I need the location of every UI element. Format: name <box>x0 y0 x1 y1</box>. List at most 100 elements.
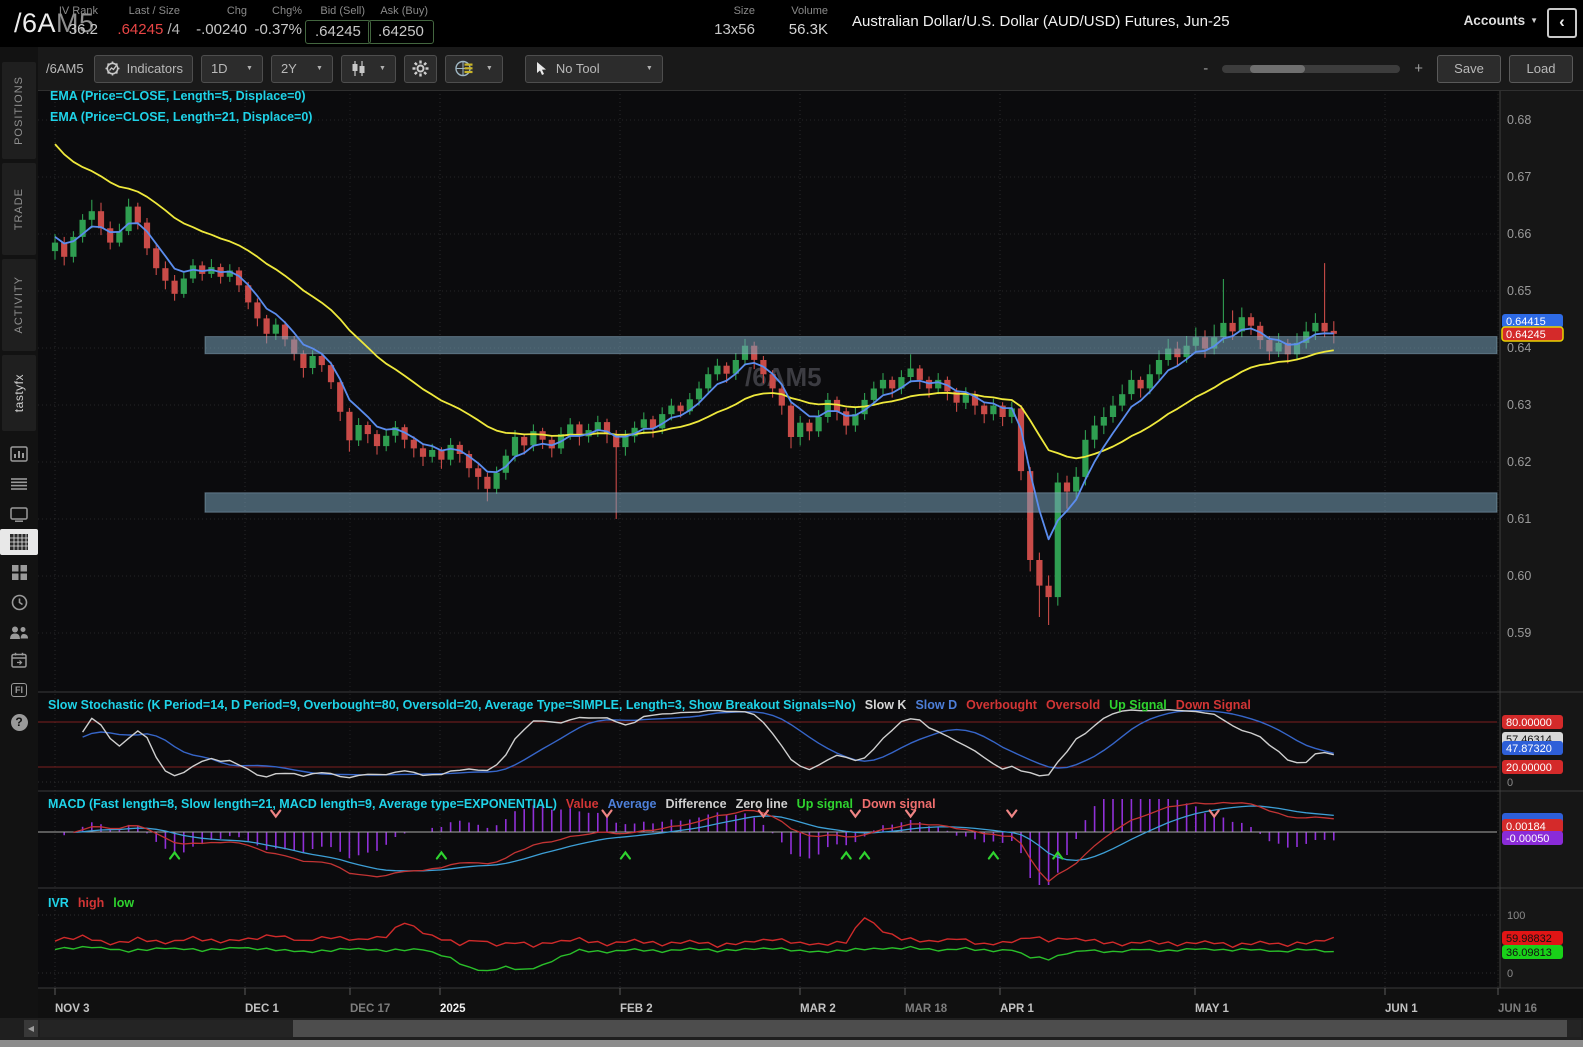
ema21-study-label[interactable]: EMA (Price=CLOSE, Length=21, Displace=0) <box>50 110 312 124</box>
svg-text:0: 0 <box>1507 968 1513 980</box>
grid-layout-icon <box>455 60 473 77</box>
sidebar-tab-trade[interactable]: TRADE <box>2 163 36 255</box>
scrollbar-track[interactable] <box>40 1020 1581 1037</box>
chevron-down-icon: ▼ <box>645 65 653 72</box>
drawing-tool-dropdown[interactable]: No Tool ▼ <box>524 54 663 83</box>
legend-slow-k: Slow K <box>864 698 907 712</box>
chg-stat: Chg -.00240 <box>196 5 247 38</box>
svg-text:0.61: 0.61 <box>1507 512 1531 526</box>
volume-stat: Volume 56.3K <box>788 5 828 38</box>
chevron-down-icon: ▼ <box>316 65 323 72</box>
zoom-slider[interactable] <box>1222 64 1401 73</box>
stochastic-title: Slow Stochastic (K Period=14, D Period=9… <box>48 698 856 712</box>
scrollbar-thumb[interactable] <box>293 1020 1567 1037</box>
macd-study-header[interactable]: MACD (Fast length=8, Slow length=21, MAC… <box>48 797 936 811</box>
chart-settings-button[interactable] <box>403 54 437 83</box>
chevron-down-icon: ▼ <box>378 65 386 72</box>
legend-macd-value: Value <box>565 797 599 811</box>
svg-text:-0.00050: -0.00050 <box>1506 833 1549 845</box>
ema5-study-label[interactable]: EMA (Price=CLOSE, Length=5, Displace=0) <box>50 89 306 103</box>
grid-chart-icon <box>10 534 28 550</box>
sidebar-tab-activity[interactable]: ACTIVITY <box>2 259 36 351</box>
chevron-down-icon: ▼ <box>485 65 493 72</box>
svg-text:36.09813: 36.09813 <box>1506 947 1552 959</box>
instrument-description: Australian Dollar/U.S. Dollar (AUD/USD) … <box>852 13 1230 30</box>
last-size-stat: Last / Size .64245 /4 <box>117 5 180 38</box>
legend-slow-d: Slow D <box>915 698 958 712</box>
zoom-in-button[interactable]: + <box>1414 60 1423 77</box>
sidebar-item-charts-active[interactable] <box>0 529 38 555</box>
legend-macd-up-signal: Up signal <box>796 797 853 811</box>
help-icon: ? <box>10 713 28 731</box>
iv-rank-stat: IV Rank 36.2 <box>58 5 98 38</box>
save-button[interactable]: Save <box>1437 54 1501 83</box>
sidebar-item-live-tv[interactable] <box>0 501 38 527</box>
load-button[interactable]: Load <box>1509 54 1573 83</box>
chart-toolbar: /6AM5 Indicators 1D ▼ 2Y ▼ ▼ ▼ No Tool ▼… <box>38 47 1583 91</box>
ivr-study-header[interactable]: IVR high low <box>48 896 134 910</box>
accounts-dropdown[interactable]: Accounts ▼ <box>1464 13 1538 28</box>
chart-type-dropdown[interactable]: ▼ <box>340 54 396 83</box>
sidebar-tab-positions[interactable]: POSITIONS <box>2 62 36 159</box>
layout-grid-dropdown[interactable]: ▼ <box>444 54 503 83</box>
zoom-out-button[interactable]: - <box>1203 60 1208 77</box>
svg-text:JUN 16: JUN 16 <box>1498 1003 1537 1015</box>
sidebar-item-calendar[interactable] <box>0 647 38 673</box>
ivr-title: IVR <box>48 896 69 910</box>
svg-text:MAR 2: MAR 2 <box>800 1003 836 1015</box>
chevron-down-icon: ▼ <box>1530 16 1538 25</box>
chart-window-icon <box>10 446 28 462</box>
sidebar-tab-tastyfx[interactable]: tastyfx <box>2 355 36 431</box>
indicators-flask-icon <box>105 61 120 76</box>
sidebar-item-help[interactable]: ? <box>0 709 38 735</box>
legend-macd-difference: Difference <box>665 797 727 811</box>
sidebar-item-fi[interactable]: FI <box>0 677 38 703</box>
zoom-slider-thumb[interactable] <box>1250 64 1306 73</box>
stochastic-study-header[interactable]: Slow Stochastic (K Period=14, D Period=9… <box>48 698 1251 712</box>
legend-up-signal: Up Signal <box>1109 698 1167 712</box>
svg-text:APR 1: APR 1 <box>1000 1003 1034 1015</box>
svg-text:20.00000: 20.00000 <box>1506 762 1552 774</box>
svg-text:0.63: 0.63 <box>1507 398 1531 412</box>
collapse-panel-button[interactable]: ‹ <box>1547 8 1577 38</box>
ask-stat[interactable]: Ask (Buy) .64250 <box>368 5 434 44</box>
svg-text:0.59: 0.59 <box>1507 626 1531 640</box>
horizontal-scrollbar[interactable]: ◀ <box>0 1018 1583 1040</box>
svg-text:DEC 17: DEC 17 <box>350 1003 390 1015</box>
range-dropdown[interactable]: 2Y ▼ <box>270 54 333 83</box>
chart-area[interactable]: /6AM5 0.68 0.67 0.66 0.65 0.64 0.63 0.62 0.61 0.6… <box>0 0 1583 1047</box>
svg-text:47.87320: 47.87320 <box>1506 743 1552 755</box>
gear-icon <box>412 60 429 77</box>
svg-text:0: 0 <box>1507 777 1513 789</box>
legend-oversold: Oversold <box>1045 698 1101 712</box>
timeframe-dropdown[interactable]: 1D ▼ <box>200 54 263 83</box>
svg-text:NOV 3: NOV 3 <box>55 1003 90 1015</box>
clock-icon <box>11 594 27 610</box>
left-sidebar: POSITIONS TRADE ACTIVITY tastyfx FI ? <box>0 47 38 1018</box>
svg-text:MAY 1: MAY 1 <box>1195 1003 1229 1015</box>
tv-icon <box>10 506 28 522</box>
svg-text:FEB 2: FEB 2 <box>620 1003 653 1015</box>
indicators-button[interactable]: Indicators <box>93 54 193 83</box>
svg-text:0.64245: 0.64245 <box>1506 329 1546 341</box>
legend-macd-down-signal: Down signal <box>861 797 936 811</box>
sidebar-item-chart-window[interactable] <box>0 441 38 467</box>
sidebar-item-watchlist[interactable] <box>0 471 38 497</box>
svg-text:MAR 18: MAR 18 <box>905 1003 948 1015</box>
sidebar-item-history[interactable] <box>0 589 38 615</box>
svg-text:0.68: 0.68 <box>1507 113 1531 127</box>
svg-text:DEC 1: DEC 1 <box>245 1003 279 1015</box>
legend-overbought: Overbought <box>966 698 1037 712</box>
svg-text:0.64415: 0.64415 <box>1506 316 1546 328</box>
scroll-left-arrow-icon[interactable]: ◀ <box>24 1020 38 1037</box>
fi-badge-icon: FI <box>11 683 27 697</box>
legend-ivr-low: low <box>113 896 135 910</box>
legend-down-signal: Down Signal <box>1175 698 1251 712</box>
bid-stat[interactable]: Bid (Sell) .64245 <box>305 5 371 44</box>
legend-macd-zero-line: Zero line <box>735 797 788 811</box>
sidebar-item-community[interactable] <box>0 619 38 645</box>
candlestick-chart-icon <box>352 61 365 76</box>
list-icon <box>11 478 27 490</box>
sidebar-item-dashboard[interactable] <box>0 559 38 585</box>
zoom-control: - + <box>1203 60 1423 77</box>
